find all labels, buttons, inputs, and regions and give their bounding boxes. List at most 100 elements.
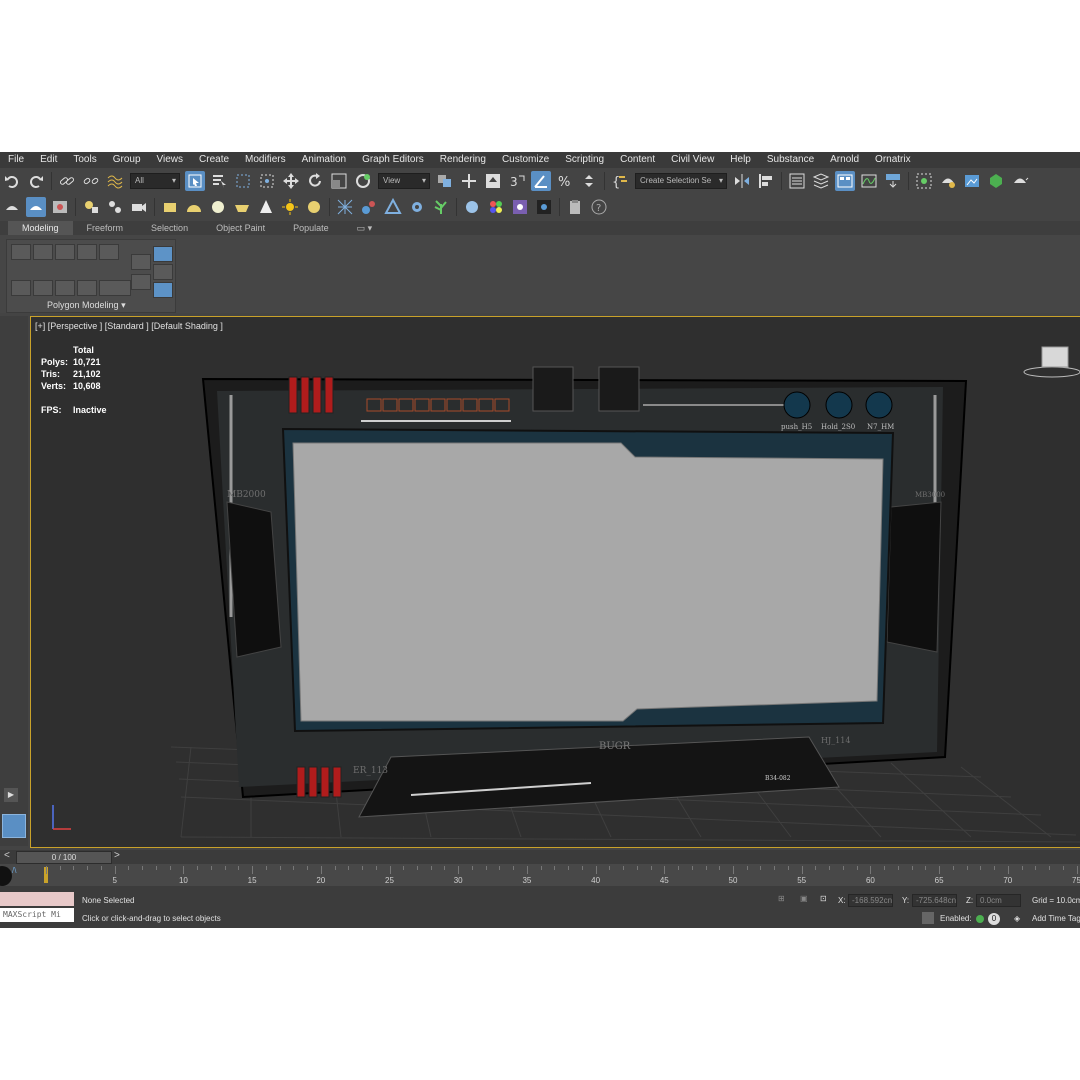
redo-icon[interactable] bbox=[26, 171, 46, 191]
align-icon[interactable] bbox=[756, 171, 776, 191]
hemisphere-icon[interactable] bbox=[184, 197, 204, 217]
undo-icon[interactable] bbox=[2, 171, 22, 191]
keyboard-shortcut-toggle-icon[interactable] bbox=[483, 171, 503, 191]
render-region-icon[interactable] bbox=[534, 197, 554, 217]
isolate-icon[interactable]: ⊞ bbox=[778, 894, 785, 903]
render-teapot-icon[interactable] bbox=[1010, 171, 1030, 191]
use-soft-selection-icon[interactable] bbox=[131, 254, 151, 270]
menu-file[interactable]: File bbox=[0, 152, 32, 168]
menu-animation[interactable]: Animation bbox=[294, 152, 354, 168]
collapse-stack-icon[interactable] bbox=[33, 280, 53, 296]
track-bar[interactable]: /\ 5 10 15 20 25 30 35 40 45 50 55 60 65 70 75 bbox=[0, 864, 1080, 886]
tab-populate[interactable]: Populate bbox=[279, 221, 343, 235]
reference-coordinate-dropdown[interactable]: View bbox=[378, 173, 430, 189]
menu-tools[interactable]: Tools bbox=[65, 152, 104, 168]
select-object-icon[interactable] bbox=[185, 171, 205, 191]
disc-icon[interactable] bbox=[304, 197, 324, 217]
snaps-toggle-icon[interactable]: 3 bbox=[507, 171, 527, 191]
add-time-tag-button[interactable]: Add Time Tag bbox=[1032, 914, 1080, 923]
bowl-icon[interactable] bbox=[232, 197, 252, 217]
menu-edit[interactable]: Edit bbox=[32, 152, 65, 168]
bind-spacewarp-icon[interactable] bbox=[105, 171, 125, 191]
modify-mode-icon[interactable] bbox=[11, 280, 31, 296]
clipboard-icon[interactable] bbox=[565, 197, 585, 217]
mini-curve-editor-icon[interactable]: /\ bbox=[12, 866, 16, 875]
place-icon[interactable] bbox=[353, 171, 373, 191]
menu-create[interactable]: Create bbox=[191, 152, 237, 168]
tab-modeling[interactable]: Modeling bbox=[8, 221, 73, 235]
viewport-label[interactable]: [+] [Perspective ] [Standard ] [Default … bbox=[35, 321, 223, 331]
render-setup-icon[interactable] bbox=[938, 171, 958, 191]
z-coord-field[interactable]: 0.0cm bbox=[976, 894, 1021, 907]
window-crossing-icon[interactable] bbox=[257, 171, 277, 191]
tab-selection[interactable]: Selection bbox=[137, 221, 202, 235]
render-production-icon[interactable] bbox=[986, 171, 1006, 191]
color-palette-icon[interactable] bbox=[486, 197, 506, 217]
helper-rig-icon[interactable] bbox=[383, 197, 403, 217]
menu-arnold[interactable]: Arnold bbox=[822, 152, 867, 168]
particle-grid-icon[interactable] bbox=[335, 197, 355, 217]
light-lister-icon[interactable] bbox=[105, 197, 125, 217]
menu-group[interactable]: Group bbox=[105, 152, 149, 168]
lock-icon[interactable]: ▣ bbox=[800, 894, 808, 903]
layer-explorer-icon[interactable] bbox=[811, 171, 831, 191]
edit-named-selection-icon[interactable]: { bbox=[610, 171, 630, 191]
menu-help[interactable]: Help bbox=[722, 152, 759, 168]
y-coord-field[interactable]: -725.648cn bbox=[912, 894, 957, 907]
tab-object-paint[interactable]: Object Paint bbox=[202, 221, 279, 235]
rect-selection-region-icon[interactable] bbox=[233, 171, 253, 191]
named-selection-sets-dropdown[interactable]: Create Selection Se bbox=[635, 173, 727, 189]
plant-icon[interactable] bbox=[431, 197, 451, 217]
toggle-command-panel-icon[interactable] bbox=[55, 280, 75, 296]
polygon-modeling-label[interactable]: Polygon Modeling ▾ bbox=[47, 300, 126, 311]
menu-civil-view[interactable]: Civil View bbox=[663, 152, 722, 168]
rotate-icon[interactable] bbox=[305, 171, 325, 191]
time-slider-thumb[interactable]: 0 / 100 bbox=[16, 851, 112, 864]
ribbon-option-icon[interactable] bbox=[153, 264, 173, 280]
select-manipulate-icon[interactable] bbox=[459, 171, 479, 191]
particle-flow-icon[interactable] bbox=[359, 197, 379, 217]
next-frame-icon[interactable]: > bbox=[114, 850, 120, 861]
angle-snap-icon[interactable] bbox=[531, 171, 551, 191]
percent-snap-icon[interactable]: % bbox=[555, 171, 575, 191]
perspective-viewport[interactable]: MB2000 MB3000 push_H5 Hold_2S0 N7_HM BUG… bbox=[30, 316, 1080, 848]
teapot-icon[interactable] bbox=[2, 197, 22, 217]
mirror-icon[interactable] bbox=[732, 171, 752, 191]
scale-icon[interactable] bbox=[329, 171, 349, 191]
spinner-snap-icon[interactable] bbox=[579, 171, 599, 191]
menu-modifiers[interactable]: Modifiers bbox=[237, 152, 294, 168]
repeat-last-icon[interactable] bbox=[99, 280, 131, 296]
border-mode-icon[interactable] bbox=[55, 244, 75, 260]
schematic-view-icon[interactable] bbox=[883, 171, 903, 191]
expand-layout-icon[interactable]: ▶ bbox=[4, 788, 18, 802]
menu-scripting[interactable]: Scripting bbox=[557, 152, 612, 168]
menu-views[interactable]: Views bbox=[149, 152, 192, 168]
select-by-name-icon[interactable] bbox=[209, 171, 229, 191]
maxscript-mini-listener[interactable]: MAXScript Mi bbox=[0, 908, 74, 922]
material-slate-icon[interactable] bbox=[510, 197, 530, 217]
unlink-icon[interactable] bbox=[81, 171, 101, 191]
adaptive-degradation-icon[interactable] bbox=[922, 912, 934, 924]
ribbon-options-icon[interactable]: ▭ ▾ bbox=[343, 221, 387, 235]
cone-icon[interactable] bbox=[256, 197, 276, 217]
selection-filter-dropdown[interactable]: All bbox=[130, 173, 180, 189]
tab-freeform[interactable]: Freeform bbox=[73, 221, 138, 235]
sphere-icon[interactable] bbox=[208, 197, 228, 217]
prev-frame-icon[interactable]: < bbox=[4, 850, 10, 861]
vertex-mode-icon[interactable] bbox=[11, 244, 31, 260]
sun-icon[interactable] bbox=[280, 197, 300, 217]
x-coord-field[interactable]: -168.592cn bbox=[848, 894, 893, 907]
polygon-mode-icon[interactable] bbox=[77, 244, 97, 260]
ignore-backfacing-icon[interactable] bbox=[153, 246, 173, 262]
enabled-status-icon[interactable] bbox=[976, 915, 984, 923]
scene-explorer-icon[interactable] bbox=[787, 171, 807, 191]
time-slider[interactable]: < 0 / 100 > bbox=[0, 850, 1080, 864]
viewport-layout-thumbnail[interactable] bbox=[2, 814, 26, 838]
menu-ornatrix[interactable]: Ornatrix bbox=[867, 152, 919, 168]
light-bulb-icon[interactable] bbox=[81, 197, 101, 217]
maxscript-listener-output[interactable] bbox=[0, 892, 74, 906]
show-end-result-icon[interactable] bbox=[131, 274, 151, 290]
menu-graph-editors[interactable]: Graph Editors bbox=[354, 152, 432, 168]
help-icon[interactable]: ? bbox=[589, 197, 609, 217]
photo-render-icon[interactable] bbox=[50, 197, 70, 217]
